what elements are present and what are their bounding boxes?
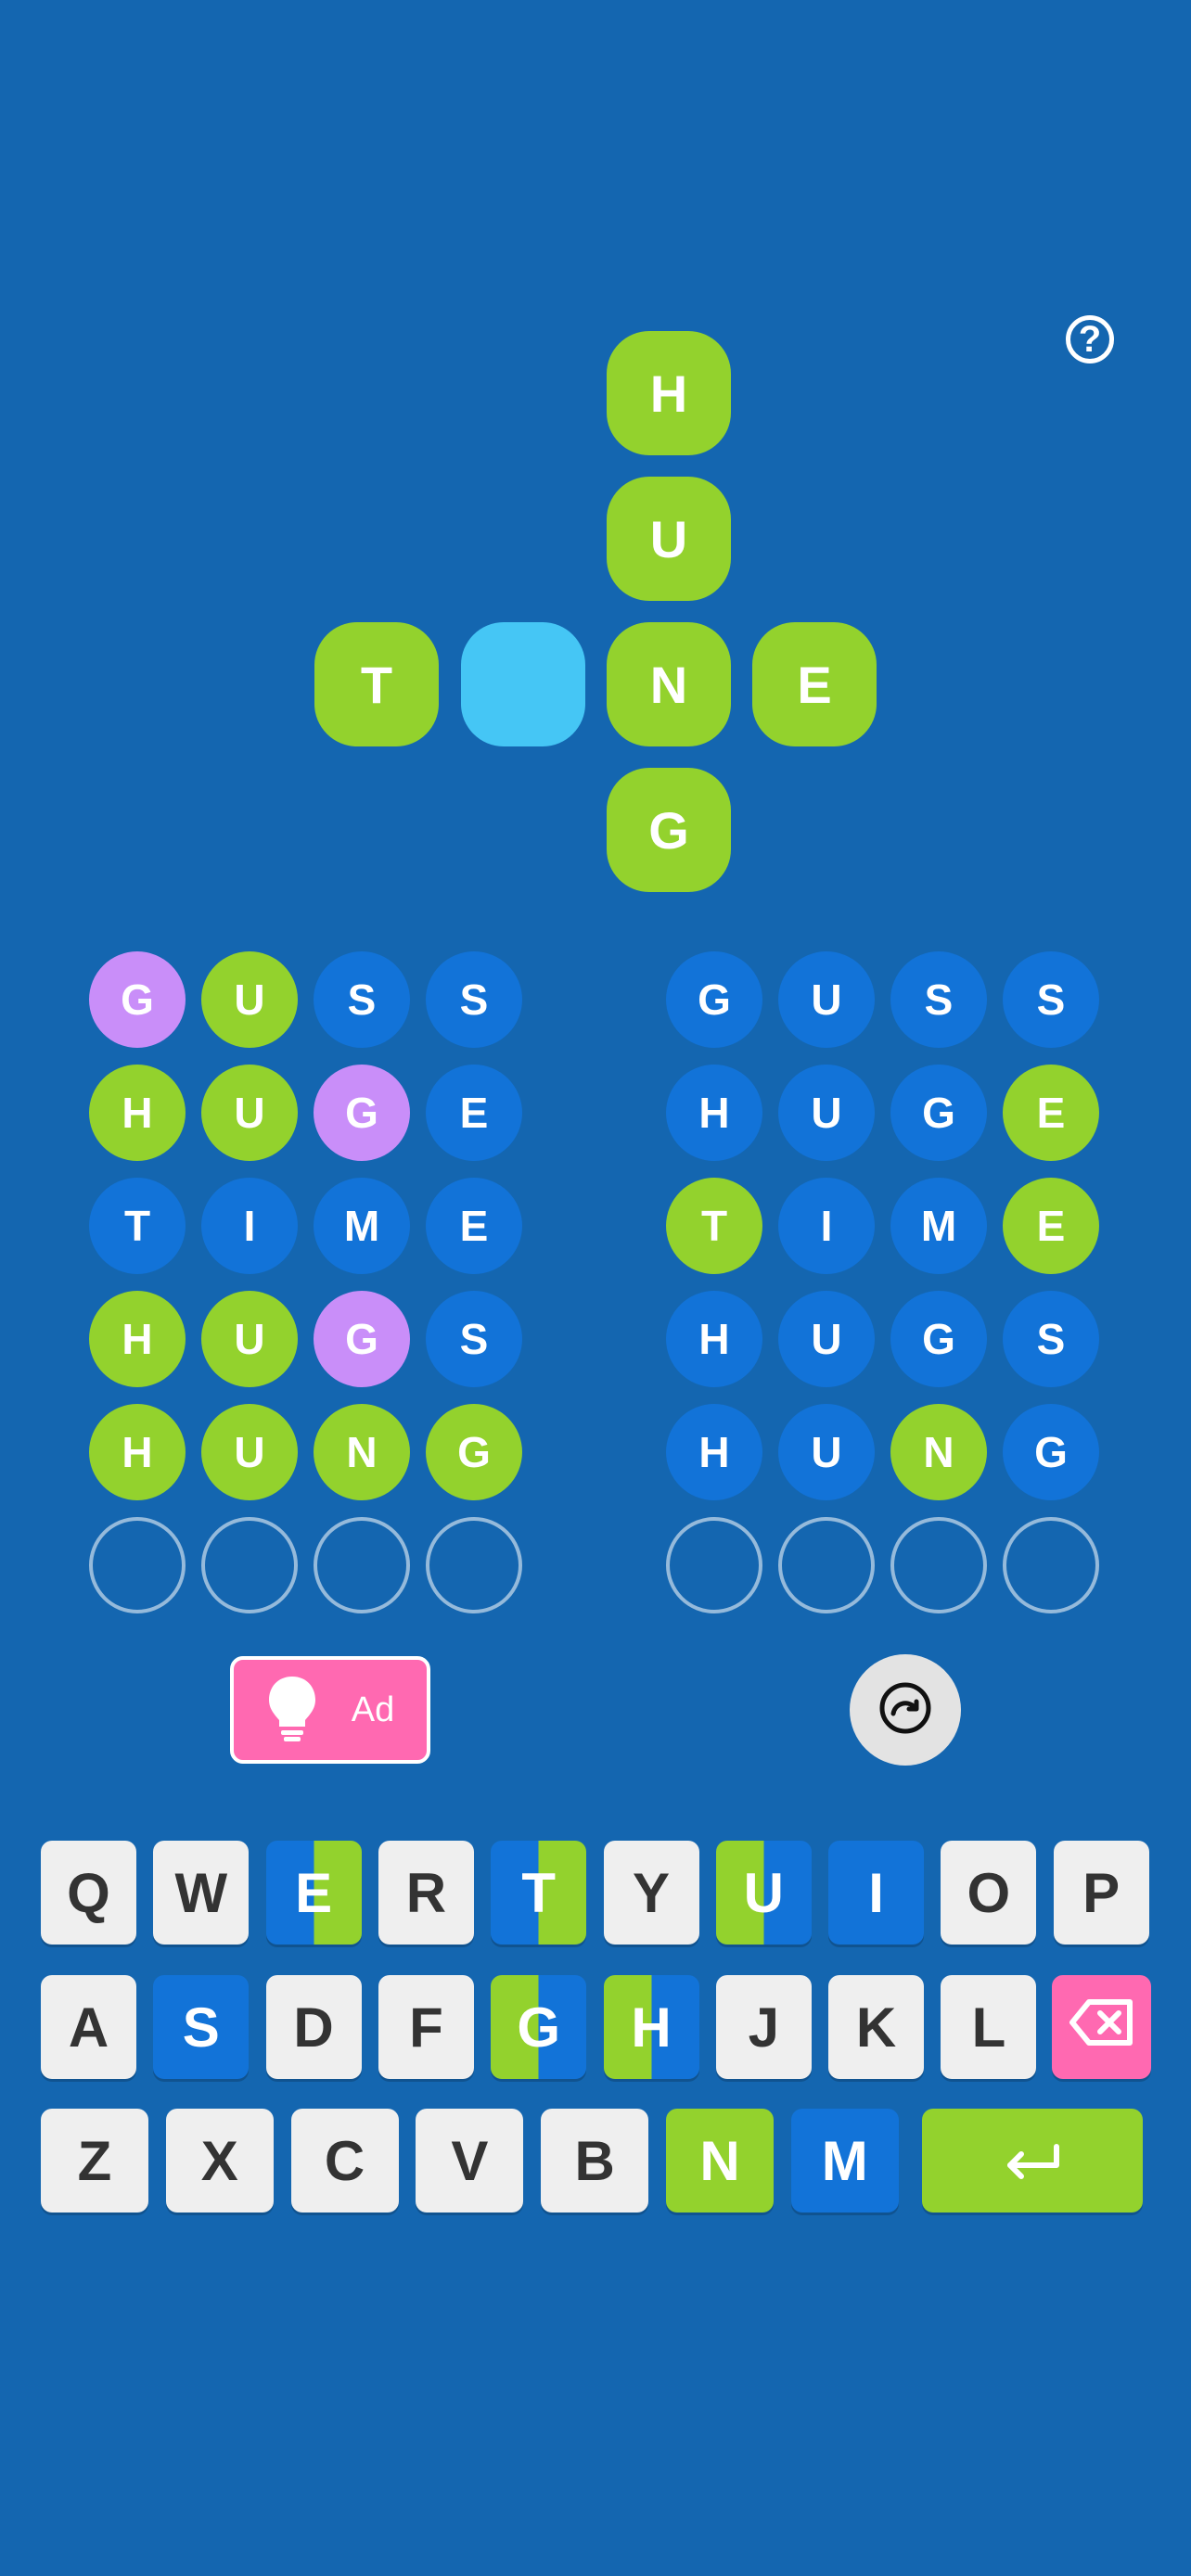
board-right-cell: M [890,1178,987,1274]
key-o[interactable]: O [941,1841,1037,1945]
hint-ad-label: Ad [351,1690,395,1729]
board-left-cell [314,1517,410,1613]
key-q[interactable]: Q [41,1841,136,1945]
board-left-cell: H [89,1291,186,1387]
board-left-cell [89,1517,186,1613]
hint-ad-button[interactable]: Ad [230,1656,430,1764]
board-right-cell: G [1003,1404,1099,1500]
board-right-cell: G [890,1291,987,1387]
board-left-cell: U [201,951,298,1048]
board-left-cell: S [314,951,410,1048]
board-right-cell: S [1003,951,1099,1048]
board-right-cell: I [778,1178,875,1274]
board-left-cell: S [426,951,522,1048]
redo-icon [877,1680,933,1741]
help-button[interactable]: ? [1066,315,1114,363]
board-left-cell: H [89,1404,186,1500]
board-left-cell: T [89,1178,186,1274]
enter-key[interactable] [922,2109,1143,2213]
board-right-cell: G [666,951,762,1048]
board-left-cell: N [314,1404,410,1500]
key-h[interactable]: H [603,1975,699,2079]
board-left-cell: E [426,1065,522,1161]
board-right-cell [1003,1517,1099,1613]
board-left-cell: G [314,1065,410,1161]
key-d[interactable]: D [265,1975,362,2079]
key-l[interactable]: L [941,1975,1037,2079]
backspace-key[interactable] [1052,1975,1151,2079]
board-right-cell: H [666,1065,762,1161]
question-icon: ? [1078,318,1102,360]
cross-tile-bottom-1: G [607,768,731,892]
key-y[interactable]: Y [603,1841,699,1945]
board-left-cell: S [426,1291,522,1387]
board-right-cell: E [1003,1065,1099,1161]
lightbulb-icon [266,1675,318,1746]
board-left-cell: U [201,1291,298,1387]
key-a[interactable]: A [41,1975,136,2079]
board-right-cell [890,1517,987,1613]
cross-tile-blank[interactable] [461,622,585,746]
board-right-cell: S [1003,1291,1099,1387]
cross-tile-top-2: U [607,477,731,601]
board-right-cell: S [890,951,987,1048]
backspace-icon [1069,1996,1135,2060]
board-right-cell: N [890,1404,987,1500]
key-p[interactable]: P [1053,1841,1149,1945]
board-right-cell: E [1003,1178,1099,1274]
key-b[interactable]: B [541,2109,649,2213]
key-x[interactable]: X [165,2109,274,2213]
key-f[interactable]: F [378,1975,474,2079]
key-r[interactable]: R [378,1841,474,1945]
key-c[interactable]: C [290,2109,399,2213]
key-n[interactable]: N [666,2109,774,2213]
board-right-cell: U [778,1404,875,1500]
board-right-cell [778,1517,875,1613]
key-k[interactable]: K [828,1975,925,2079]
board-left-cell [426,1517,522,1613]
board-left-cell: E [426,1178,522,1274]
guess-board-left: GUSSHUGETIMEHUGSHUNG [89,951,522,1613]
board-right-cell [666,1517,762,1613]
key-g[interactable]: G [491,1975,587,2079]
guess-board-right: GUSSHUGETIMEHUGSHUNG [666,951,1099,1613]
board-left-cell: G [426,1404,522,1500]
cross-tile-top-1: H [607,331,731,455]
board-left-cell [201,1517,298,1613]
board-left-cell: G [89,951,186,1048]
cross-tile-left-1: T [314,622,439,746]
cross-tile-center: N [607,622,731,746]
key-i[interactable]: I [828,1841,925,1945]
board-left-cell: G [314,1291,410,1387]
board-left-cell: H [89,1065,186,1161]
key-t[interactable]: T [491,1841,587,1945]
key-s[interactable]: S [153,1975,250,2079]
key-v[interactable]: V [416,2109,524,2213]
key-m[interactable]: M [790,2109,899,2213]
board-right-cell: G [890,1065,987,1161]
key-z[interactable]: Z [41,2109,148,2213]
board-right-cell: U [778,951,875,1048]
board-right-cell: H [666,1291,762,1387]
enter-icon [1003,2129,1062,2193]
key-w[interactable]: W [153,1841,250,1945]
board-left-cell: U [201,1404,298,1500]
board-left-cell: U [201,1065,298,1161]
board-right-cell: H [666,1404,762,1500]
board-left-cell: M [314,1178,410,1274]
key-j[interactable]: J [715,1975,812,2079]
cross-tile-right-1: E [752,622,877,746]
board-right-cell: U [778,1291,875,1387]
redo-button[interactable] [850,1654,961,1766]
board-right-cell: T [666,1178,762,1274]
board-left-cell: I [201,1178,298,1274]
key-e[interactable]: E [265,1841,362,1945]
board-right-cell: U [778,1065,875,1161]
key-u[interactable]: U [715,1841,812,1945]
